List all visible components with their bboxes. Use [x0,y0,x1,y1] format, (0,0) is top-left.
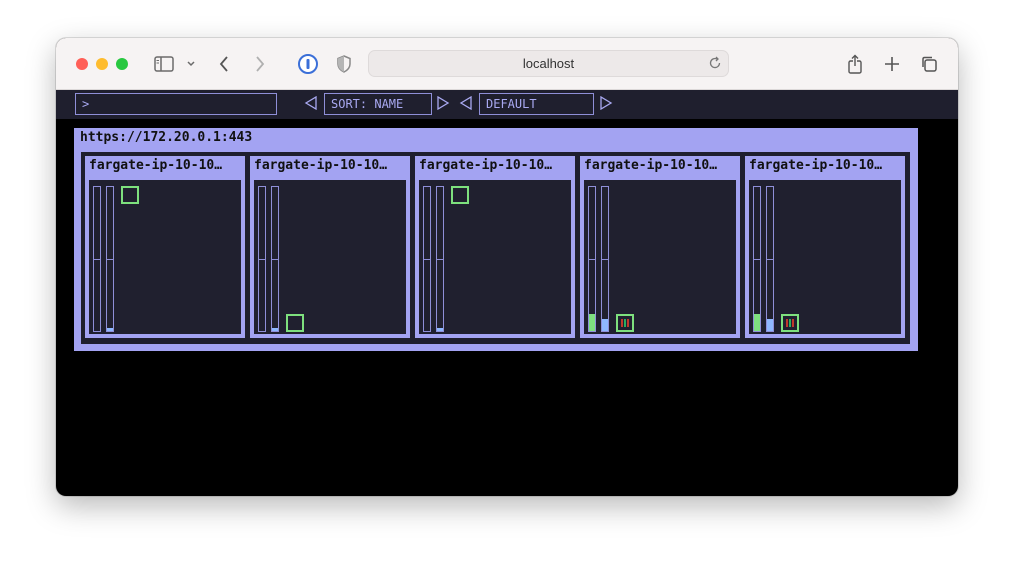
node-card[interactable]: fargate-ip-10-10… [250,156,410,338]
pod-status-bar [624,319,626,327]
close-window-button[interactable] [76,58,88,70]
node-body [749,180,901,334]
password-manager-icon[interactable] [296,52,320,76]
pod-box[interactable] [781,314,799,332]
node-label: fargate-ip-10-10… [419,158,553,173]
mem-meter [601,186,609,332]
node-body [584,180,736,334]
cpu-meter [93,186,101,332]
back-icon[interactable] [214,52,234,76]
node-card[interactable]: fargate-ip-10-10… [415,156,575,338]
pod-status-bar [786,319,788,327]
cpu-meter-fill [754,313,760,331]
cpu-meter-fill [589,313,595,331]
mem-meter [106,186,114,332]
mem-meter-fill [437,328,443,331]
mem-meter [271,186,279,332]
pod-box[interactable] [121,186,139,204]
tab-overview-icon[interactable] [918,52,940,76]
node-card[interactable]: fargate-ip-10-10… [85,156,245,338]
mem-meter-fill [602,319,608,331]
minimize-window-button[interactable] [96,58,108,70]
node-body [89,180,241,334]
pod-status-bar [627,319,629,327]
cpu-meter [423,186,431,332]
mem-meter-fill [272,328,278,331]
sidebar-icon[interactable] [152,52,176,76]
share-icon[interactable] [844,52,866,76]
cpu-meter [588,186,596,332]
cpu-meter [258,186,266,332]
node-body [254,180,406,334]
reload-icon[interactable] [708,56,722,73]
pod-status-bar [789,319,791,327]
cluster-label: https://172.20.0.1:443 [80,130,253,145]
group-prev-icon[interactable] [459,95,473,114]
node-card[interactable]: fargate-ip-10-10… [745,156,905,338]
node-card[interactable]: fargate-ip-10-10… [580,156,740,338]
zoom-window-button[interactable] [116,58,128,70]
app-toolbar: > SORT: NAME DEFAULT [56,90,958,119]
cluster-nodes: fargate-ip-10-10… fargate-ip-10-10… fargat… [81,152,910,344]
node-label: fargate-ip-10-10… [89,158,223,173]
sort-next-icon[interactable] [436,95,450,114]
node-label: fargate-ip-10-10… [749,158,883,173]
chevron-down-icon[interactable] [184,52,198,76]
forward-icon[interactable] [250,52,270,76]
filter-input[interactable]: > [75,93,277,115]
mem-meter [436,186,444,332]
cpu-meter [753,186,761,332]
group-selector[interactable]: DEFAULT [479,93,594,115]
cluster-box: https://172.20.0.1:443 fargate-ip-10-10…… [74,128,918,351]
pod-box[interactable] [286,314,304,332]
new-tab-icon[interactable] [881,52,903,76]
mem-meter [766,186,774,332]
url-bar[interactable]: localhost [368,50,729,77]
node-body [419,180,571,334]
group-next-icon[interactable] [599,95,613,114]
node-label: fargate-ip-10-10… [254,158,388,173]
pod-status-bar [792,319,794,327]
url-text: localhost [522,56,575,71]
pod-box[interactable] [451,186,469,204]
mem-meter-fill [767,319,773,331]
shield-icon[interactable] [334,52,354,76]
sort-prev-icon[interactable] [304,95,318,114]
browser-titlebar: localhost [56,38,958,90]
browser-window: localhost > SORT: NAME DEFAULT https://1… [56,38,958,496]
node-label: fargate-ip-10-10… [584,158,718,173]
mem-meter-fill [107,328,113,331]
pod-status-bar [621,319,623,327]
sort-selector[interactable]: SORT: NAME [324,93,432,115]
pod-box[interactable] [616,314,634,332]
